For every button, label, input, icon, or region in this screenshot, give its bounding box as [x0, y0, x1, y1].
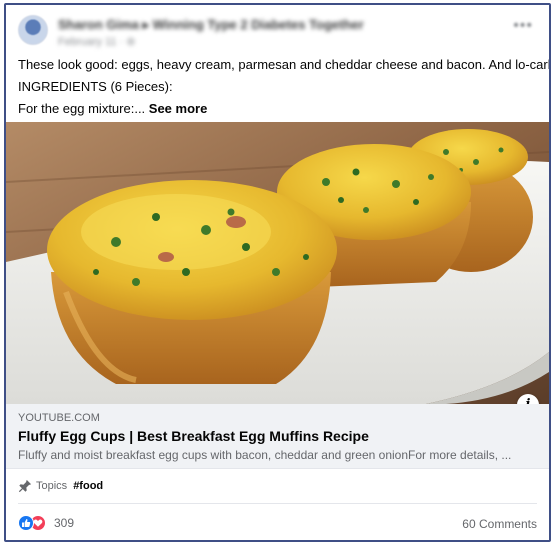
comments-count[interactable]: 60 Comments	[462, 517, 537, 531]
post-header: Sharon Gima ▸ Winning Type 2 Diabetes To…	[16, 11, 539, 51]
post-text: These look good: eggs, heavy cream, parm…	[18, 54, 551, 120]
topics-label: Topics	[36, 480, 68, 492]
pin-icon	[18, 479, 32, 493]
facebook-post-card: Sharon Gima ▸ Winning Type 2 Diabetes To…	[4, 3, 551, 542]
link-description: Fluffy and moist breakfast egg cups with…	[18, 448, 512, 462]
link-domain: YOUTUBE.COM	[18, 412, 100, 424]
post-text-line-2: INGREDIENTS (6 Pieces):	[18, 79, 173, 94]
post-text-line-1: These look good: eggs, heavy cream, parm…	[18, 57, 551, 72]
footer-divider	[18, 503, 537, 504]
post-text-line-3-content: For the egg mixture:...	[18, 101, 149, 116]
topics-row: Topics #food	[18, 479, 103, 493]
more-horizontal-icon[interactable]: •••	[513, 17, 533, 35]
author-group-line[interactable]: Sharon Gima ▸ Winning Type 2 Diabetes To…	[58, 17, 364, 33]
link-title[interactable]: Fluffy Egg Cups | Best Breakfast Egg Muf…	[18, 428, 369, 444]
like-reaction-icon	[18, 515, 34, 531]
author-avatar[interactable]	[18, 15, 48, 45]
reaction-count: 309	[54, 516, 75, 530]
post-date[interactable]: February 11 · ⊚	[58, 35, 135, 48]
reactions-summary[interactable]: 309	[18, 515, 74, 531]
link-preview-image[interactable]: i	[6, 122, 549, 404]
egg-muffins-photo	[6, 122, 549, 404]
post-text-line-3: For the egg mixture:... See more	[18, 98, 539, 120]
see-more-link[interactable]: See more	[149, 101, 208, 116]
topic-tag-food[interactable]: #food	[73, 480, 103, 492]
link-preview-card[interactable]: YOUTUBE.COM Fluffy Egg Cups | Best Break…	[6, 404, 549, 469]
